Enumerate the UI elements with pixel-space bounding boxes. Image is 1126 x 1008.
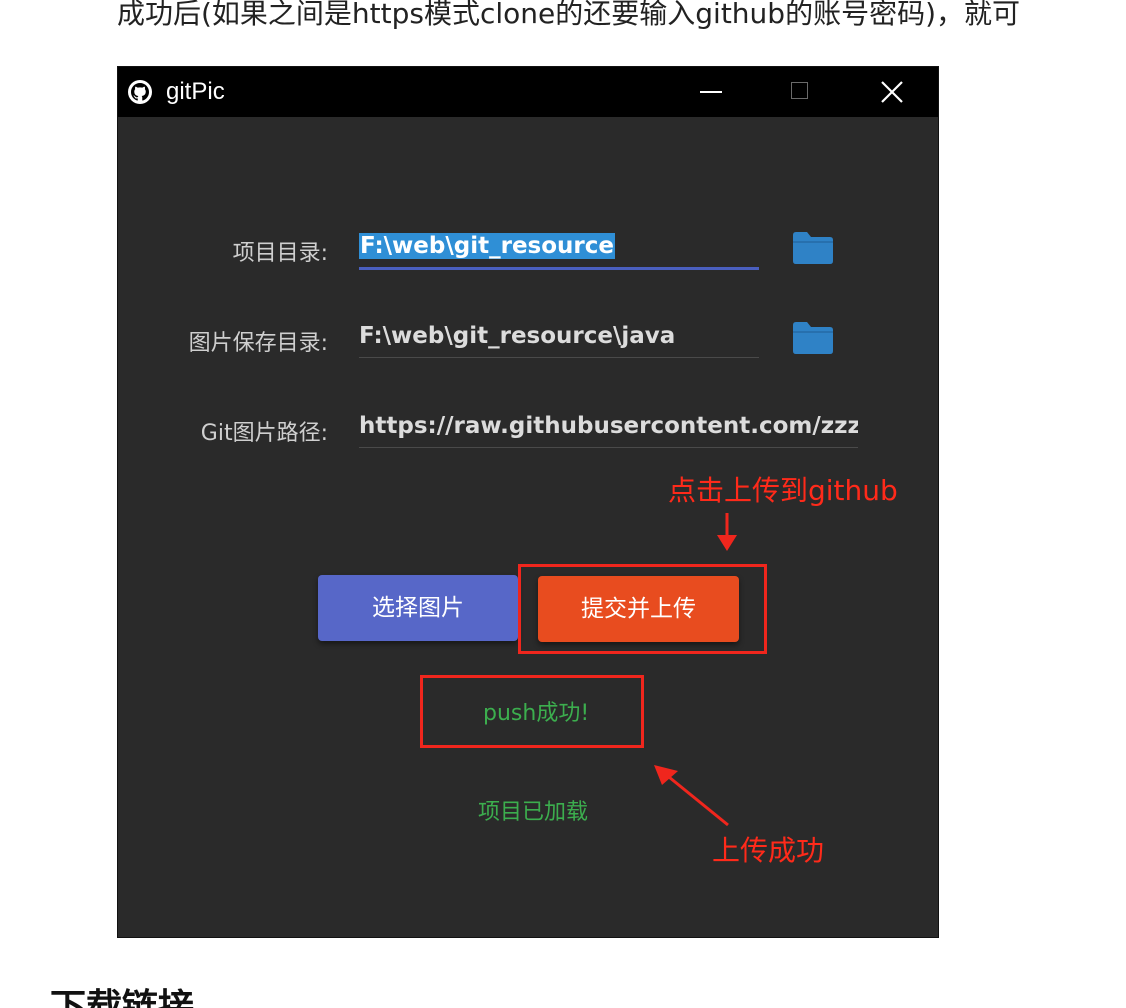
git-path-input[interactable]: https://raw.githubusercontent.com/zzzzbw… xyxy=(359,413,858,448)
document-text-line: 成功后(如果之间是https模式clone的还要输入github的账号密码)，就… xyxy=(117,0,1020,30)
down-arrow-icon xyxy=(717,513,737,551)
project-dir-input[interactable]: F:\web\git_resource xyxy=(359,233,759,270)
success-hint-annotation: 上传成功 xyxy=(712,834,825,867)
folder-icon[interactable] xyxy=(792,321,834,355)
maximize-icon xyxy=(791,82,808,99)
close-button[interactable] xyxy=(862,67,922,117)
gitpic-window: gitPic 项目目录: F:\web\git_resource 图片保存目录:… xyxy=(117,66,939,938)
folder-icon[interactable] xyxy=(792,231,834,265)
maximize-button[interactable] xyxy=(770,67,830,117)
document-heading-text: 下载链接 xyxy=(50,987,195,1008)
close-icon xyxy=(881,81,903,103)
document-heading: 下载链接 xyxy=(50,986,250,1008)
select-image-button[interactable]: 选择图片 xyxy=(318,575,518,641)
title-bar[interactable]: gitPic xyxy=(118,67,938,117)
project-dir-value: F:\web\git_resource xyxy=(359,233,615,259)
project-dir-label: 项目目录: xyxy=(232,241,328,266)
git-path-label: Git图片路径: xyxy=(200,421,328,446)
minimize-button[interactable] xyxy=(682,67,742,117)
window-title: gitPic xyxy=(166,78,225,105)
upload-hint-annotation: 点击上传到github xyxy=(668,474,898,507)
minimize-icon xyxy=(700,91,722,93)
diagonal-arrow-icon xyxy=(654,765,729,827)
git-path-value: https://raw.githubusercontent.com/zzzzbw… xyxy=(359,413,858,439)
image-dir-input[interactable]: F:\web\git_resource\java xyxy=(359,323,759,358)
submit-highlight-box xyxy=(518,564,767,654)
status-highlight-box xyxy=(420,675,644,748)
image-dir-label: 图片保存目录: xyxy=(188,331,328,356)
image-dir-value: F:\web\git_resource\java xyxy=(359,323,676,349)
github-logo-icon xyxy=(128,80,152,104)
project-loaded-text: 项目已加载 xyxy=(478,800,589,825)
